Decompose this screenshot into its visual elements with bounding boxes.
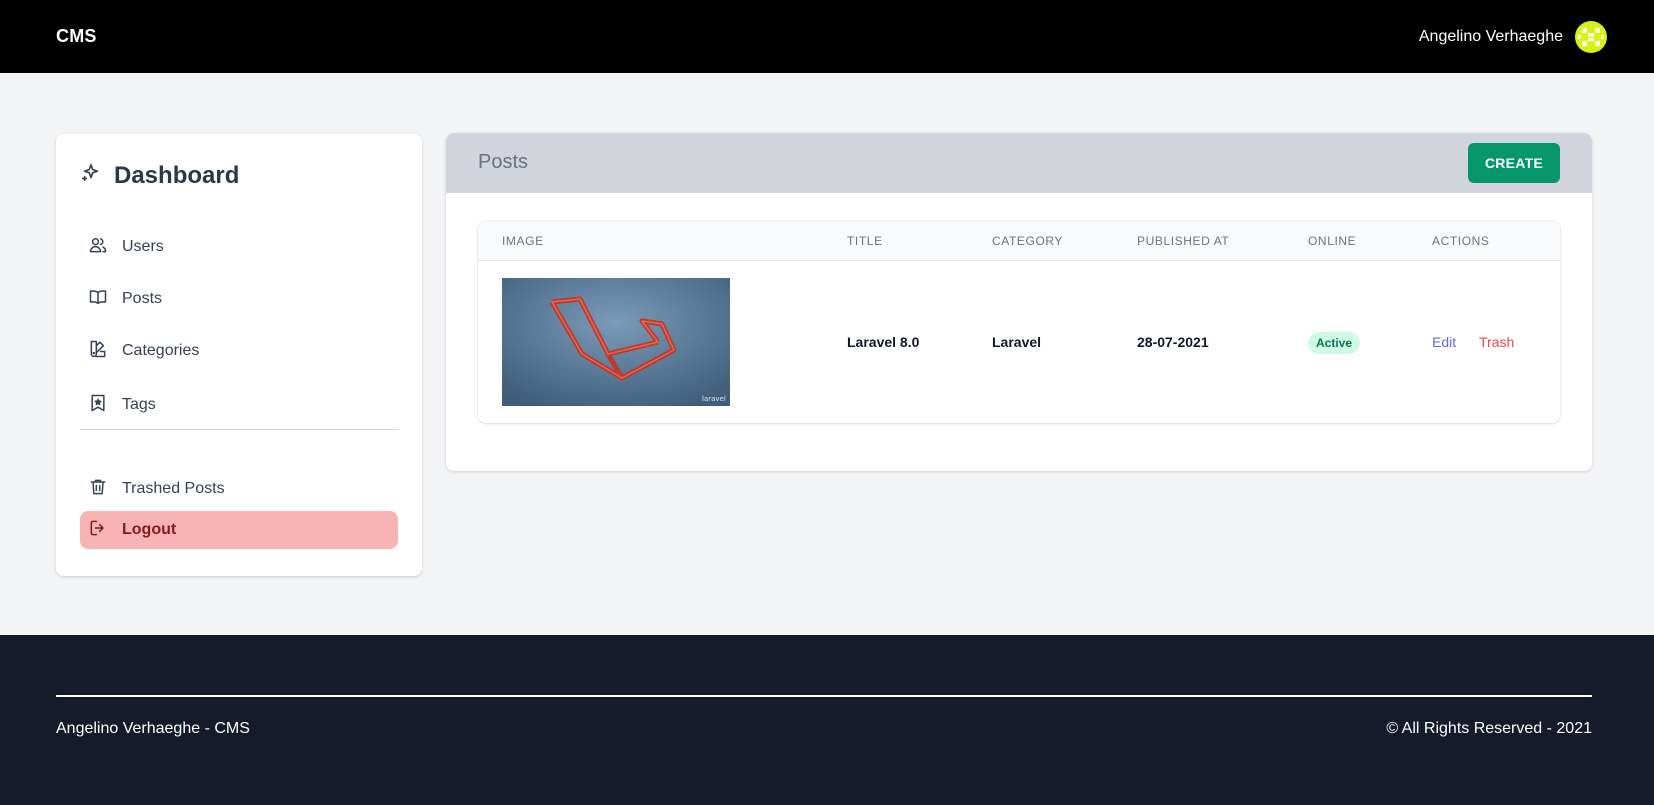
thumbnail-watermark: laravel: [702, 395, 726, 403]
sidebar-title-text: Dashboard: [114, 162, 240, 189]
top-navbar: CMS Angelino Verhaeghe: [0, 0, 1654, 73]
create-button[interactable]: CREATE: [1468, 143, 1560, 183]
column-header-category: CATEGORY: [992, 234, 1064, 248]
column-header-published-at: PUBLISHED AT: [1137, 234, 1230, 248]
brand-logo[interactable]: CMS: [56, 26, 97, 47]
logout-label: Logout: [122, 521, 177, 538]
posts-panel: Posts CREATE IMAGE TITLE CATEGORY PUBLIS…: [446, 133, 1592, 471]
column-header-online: ONLINE: [1308, 234, 1357, 248]
post-category: Laravel: [992, 334, 1042, 350]
user-name[interactable]: Angelino Verhaeghe: [1419, 28, 1563, 46]
footer-divider: [56, 695, 1592, 697]
logout-button[interactable]: Logout: [80, 511, 398, 549]
users-icon: [88, 235, 108, 260]
footer-copyright: © All Rights Reserved - 2021: [1386, 720, 1592, 737]
avatar[interactable]: [1575, 20, 1607, 53]
bookmark-star-icon: [88, 393, 108, 418]
footer: Angelino Verhaeghe - CMS © All Rights Re…: [0, 635, 1654, 805]
posts-table: IMAGE TITLE CATEGORY PUBLISHED AT ONLINE…: [478, 221, 1560, 423]
sidebar-title[interactable]: Dashboard: [80, 158, 239, 194]
post-published-at: 28-07-2021: [1137, 334, 1209, 350]
trash-link[interactable]: Trash: [1479, 334, 1514, 350]
sidebar-item-users[interactable]: Users: [80, 228, 398, 266]
sidebar-item-categories[interactable]: Categories: [80, 332, 398, 370]
color-swatch-icon: [88, 339, 108, 364]
column-header-image: IMAGE: [502, 234, 544, 248]
sidebar-item-label: Tags: [122, 396, 156, 413]
sparkles-icon: [80, 162, 102, 191]
column-header-title: TITLE: [847, 234, 883, 248]
sidebar-item-posts[interactable]: Posts: [80, 280, 398, 318]
post-title: Laravel 8.0: [847, 334, 920, 350]
logout-icon: [88, 518, 108, 543]
panel-header: Posts CREATE: [446, 133, 1592, 193]
sidebar-item-trashed-posts[interactable]: Trashed Posts: [80, 470, 398, 508]
footer-credit: Angelino Verhaeghe - CMS: [56, 720, 250, 737]
sidebar-item-label: Categories: [122, 342, 200, 359]
table-header: IMAGE TITLE CATEGORY PUBLISHED AT ONLINE…: [478, 221, 1560, 261]
sidebar-item-label: Users: [122, 238, 164, 255]
sidebar-item-label: Posts: [122, 290, 163, 307]
edit-link[interactable]: Edit: [1432, 334, 1456, 350]
sidebar: Dashboard Users Posts Categories Tags Tr…: [56, 134, 422, 576]
sidebar-divider: [80, 429, 398, 430]
status-badge: Active: [1308, 332, 1360, 354]
book-icon: [88, 287, 108, 312]
page-title: Posts: [478, 151, 529, 173]
trash-icon: [88, 477, 108, 502]
sidebar-item-label: Trashed Posts: [122, 480, 225, 497]
sidebar-item-tags[interactable]: Tags: [80, 386, 398, 424]
post-thumbnail[interactable]: laravel: [502, 278, 730, 406]
user-menu[interactable]: Angelino Verhaeghe: [1419, 20, 1607, 53]
column-header-actions: ACTIONS: [1432, 234, 1490, 248]
